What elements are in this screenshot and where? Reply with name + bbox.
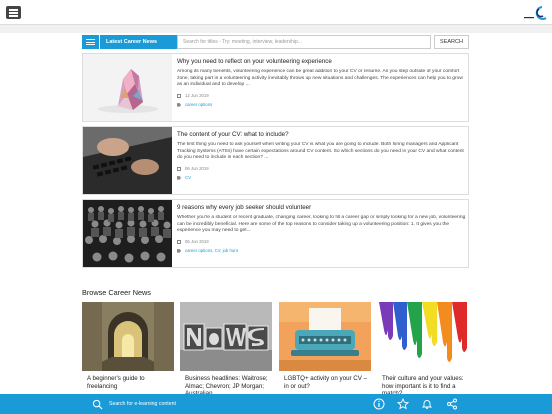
card-title[interactable]: LGBTQ+ activity on your CV – in or out? bbox=[284, 375, 369, 390]
article-excerpt: Among its many benefits, volunteering ex… bbox=[177, 69, 463, 87]
article-thumbnail[interactable] bbox=[83, 54, 172, 121]
tag-icon bbox=[177, 249, 181, 253]
tag-icon bbox=[177, 103, 181, 107]
article-thumbnail[interactable] bbox=[83, 127, 172, 194]
article-tags: career options bbox=[177, 102, 467, 108]
article-card[interactable]: Why you need to reflect on your voluntee… bbox=[82, 53, 469, 122]
card-image[interactable] bbox=[377, 302, 469, 371]
search-input[interactable]: Search for titles - Try: meeting, interv… bbox=[177, 35, 431, 49]
news-toolbar: Latest Career News Search for titles - T… bbox=[82, 35, 469, 49]
calendar-icon bbox=[177, 166, 181, 171]
article-tag-link[interactable]: CV bbox=[185, 175, 191, 180]
browse-card[interactable]: Their culture and your values: how impor… bbox=[377, 302, 469, 402]
calendar-icon bbox=[177, 239, 181, 244]
news-menu-button[interactable] bbox=[82, 35, 99, 49]
browse-card[interactable]: A beginner's guide to freelancing bbox=[82, 302, 174, 402]
card-image[interactable] bbox=[82, 302, 174, 371]
search-button[interactable]: SEARCH bbox=[434, 35, 469, 49]
article-tags: CV bbox=[177, 175, 467, 181]
article-title[interactable]: 9 reasons why every job seeker should vo… bbox=[177, 204, 467, 212]
article-card[interactable]: 9 reasons why every job seeker should vo… bbox=[82, 199, 469, 268]
card-title[interactable]: A beginner's guide to freelancing bbox=[87, 375, 172, 390]
top-bar bbox=[0, 0, 552, 25]
article-excerpt: The first thing you need to ask yourself… bbox=[177, 142, 464, 160]
article-date-text: 12 Jun 2019 bbox=[185, 93, 209, 98]
star-icon[interactable] bbox=[397, 398, 409, 410]
article-date: 06 Jun 2019 bbox=[177, 239, 467, 245]
info-icon[interactable] bbox=[373, 398, 385, 410]
article-tags: career options, CV, job hunt bbox=[177, 248, 467, 254]
browse-section-title: Browse Career News bbox=[82, 288, 151, 297]
calendar-icon bbox=[177, 93, 181, 98]
article-excerpt: Whether you're a student or recent gradu… bbox=[177, 215, 466, 233]
browse-card[interactable]: Business headlines: Waitrose; Almac; Che… bbox=[180, 302, 272, 402]
brand-logo-icon[interactable] bbox=[522, 5, 548, 21]
article-date: 12 Jun 2019 bbox=[177, 93, 467, 99]
bell-icon[interactable] bbox=[421, 398, 433, 410]
header-divider bbox=[0, 25, 552, 33]
search-icon[interactable] bbox=[92, 399, 103, 410]
card-image[interactable] bbox=[279, 302, 371, 371]
share-icon[interactable] bbox=[446, 398, 458, 410]
hamburger-icon[interactable] bbox=[6, 6, 21, 19]
browse-card[interactable]: LGBTQ+ activity on your CV – in or out? bbox=[279, 302, 371, 402]
elearning-search-input[interactable]: Search for e-learning content bbox=[109, 400, 176, 408]
tag-icon bbox=[177, 176, 181, 180]
article-date-text: 06 Jun 2019 bbox=[185, 166, 209, 171]
article-title[interactable]: The content of your CV: what to include? bbox=[177, 131, 467, 139]
bottom-bar: Search for e-learning content bbox=[0, 394, 552, 414]
article-tag-link[interactable]: career options bbox=[185, 102, 212, 107]
card-image[interactable] bbox=[180, 302, 272, 371]
article-title[interactable]: Why you need to reflect on your voluntee… bbox=[177, 58, 467, 66]
article-thumbnail[interactable] bbox=[83, 200, 172, 267]
article-card[interactable]: The content of your CV: what to include?… bbox=[82, 126, 469, 195]
article-tag-link[interactable]: career options, CV, job hunt bbox=[185, 248, 238, 253]
article-date-text: 06 Jun 2019 bbox=[185, 239, 209, 244]
article-date: 06 Jun 2019 bbox=[177, 166, 467, 172]
